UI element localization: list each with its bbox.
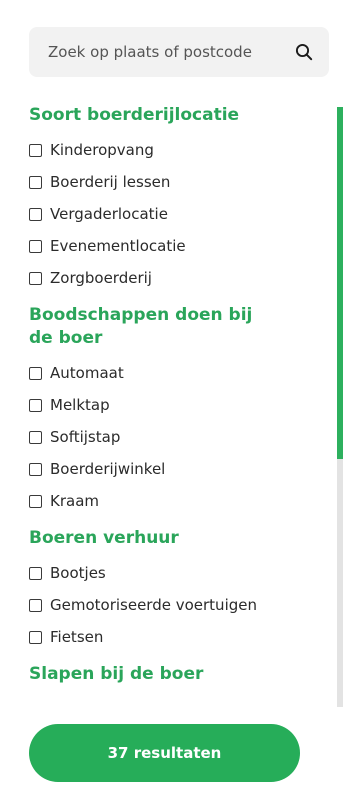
filter-group-slapen-bij-de-boer: Slapen bij de boer bbox=[0, 663, 330, 686]
filter-option-boerderijwinkel[interactable]: Boerderijwinkel bbox=[0, 453, 330, 485]
filter-group-title: Boodschappen doen bij de boer bbox=[29, 305, 253, 348]
checkbox[interactable] bbox=[29, 430, 42, 444]
filter-option-gemotoriseerde-voertuigen[interactable]: Gemotoriseerde voertuigen bbox=[0, 589, 330, 621]
filter-option-evenementlocatie[interactable]: Evenementlocatie bbox=[0, 230, 330, 262]
checkbox[interactable] bbox=[29, 143, 42, 157]
checkbox[interactable] bbox=[29, 566, 42, 580]
filter-option-label: Boerderij lessen bbox=[50, 173, 171, 191]
checkbox[interactable] bbox=[29, 462, 42, 476]
search-icon[interactable] bbox=[293, 41, 315, 63]
filter-option-fietsen[interactable]: Fietsen bbox=[0, 621, 330, 653]
filter-option-boerderij-lessen[interactable]: Boerderij lessen bbox=[0, 166, 330, 198]
filter-option-label: Kraam bbox=[50, 492, 99, 510]
show-results-button[interactable]: 37 resultaten bbox=[29, 724, 300, 782]
filter-group-boodschappen: Boodschappen doen bij de boer Automaat M… bbox=[0, 304, 330, 517]
filter-option-kinderopvang[interactable]: Kinderopvang bbox=[0, 134, 330, 166]
search-bar bbox=[29, 27, 329, 77]
filter-option-zorgboerderij[interactable]: Zorgboerderij bbox=[0, 262, 330, 294]
filter-group-title: Boeren verhuur bbox=[29, 528, 179, 548]
filter-panel: Soort boerderijlocatie Kinderopvang Boer… bbox=[0, 0, 353, 804]
filter-option-label: Kinderopvang bbox=[50, 141, 154, 159]
filter-option-label: Boerderijwinkel bbox=[50, 460, 166, 478]
checkbox[interactable] bbox=[29, 398, 42, 412]
filter-option-label: Zorgboerderij bbox=[50, 269, 152, 287]
filter-option-label: Softijstap bbox=[50, 428, 121, 446]
filter-option-label: Melktap bbox=[50, 396, 110, 414]
checkbox[interactable] bbox=[29, 630, 42, 644]
checkbox[interactable] bbox=[29, 239, 42, 253]
filter-option-label: Bootjes bbox=[50, 564, 106, 582]
filter-option-vergaderlocatie[interactable]: Vergaderlocatie bbox=[0, 198, 330, 230]
filter-option-label: Gemotoriseerde voertuigen bbox=[50, 596, 257, 614]
filter-option-bootjes[interactable]: Bootjes bbox=[0, 557, 330, 589]
scrollbar-thumb[interactable] bbox=[337, 107, 343, 459]
filter-option-automaat[interactable]: Automaat bbox=[0, 357, 330, 389]
filter-option-softijstap[interactable]: Softijstap bbox=[0, 421, 330, 453]
filter-group-title: Slapen bij de boer bbox=[29, 664, 204, 684]
filter-option-label: Fietsen bbox=[50, 628, 104, 646]
search-input[interactable] bbox=[48, 43, 293, 61]
filter-option-label: Vergaderlocatie bbox=[50, 205, 168, 223]
checkbox[interactable] bbox=[29, 207, 42, 221]
filter-group-soort-boerderijlocatie: Soort boerderijlocatie Kinderopvang Boer… bbox=[0, 104, 330, 294]
filter-group-title: Soort boerderijlocatie bbox=[29, 105, 240, 125]
filter-list: Soort boerderijlocatie Kinderopvang Boer… bbox=[0, 104, 330, 710]
checkbox[interactable] bbox=[29, 366, 42, 380]
checkbox[interactable] bbox=[29, 598, 42, 612]
checkbox[interactable] bbox=[29, 175, 42, 189]
filter-list-scrollbar[interactable] bbox=[337, 107, 343, 707]
filter-option-melktap[interactable]: Melktap bbox=[0, 389, 330, 421]
filter-option-label: Evenementlocatie bbox=[50, 237, 186, 255]
checkbox[interactable] bbox=[29, 494, 42, 508]
filter-option-kraam[interactable]: Kraam bbox=[0, 485, 330, 517]
checkbox[interactable] bbox=[29, 271, 42, 285]
filter-group-boeren-verhuur: Boeren verhuur Bootjes Gemotoriseerde vo… bbox=[0, 527, 330, 653]
filter-option-label: Automaat bbox=[50, 364, 124, 382]
